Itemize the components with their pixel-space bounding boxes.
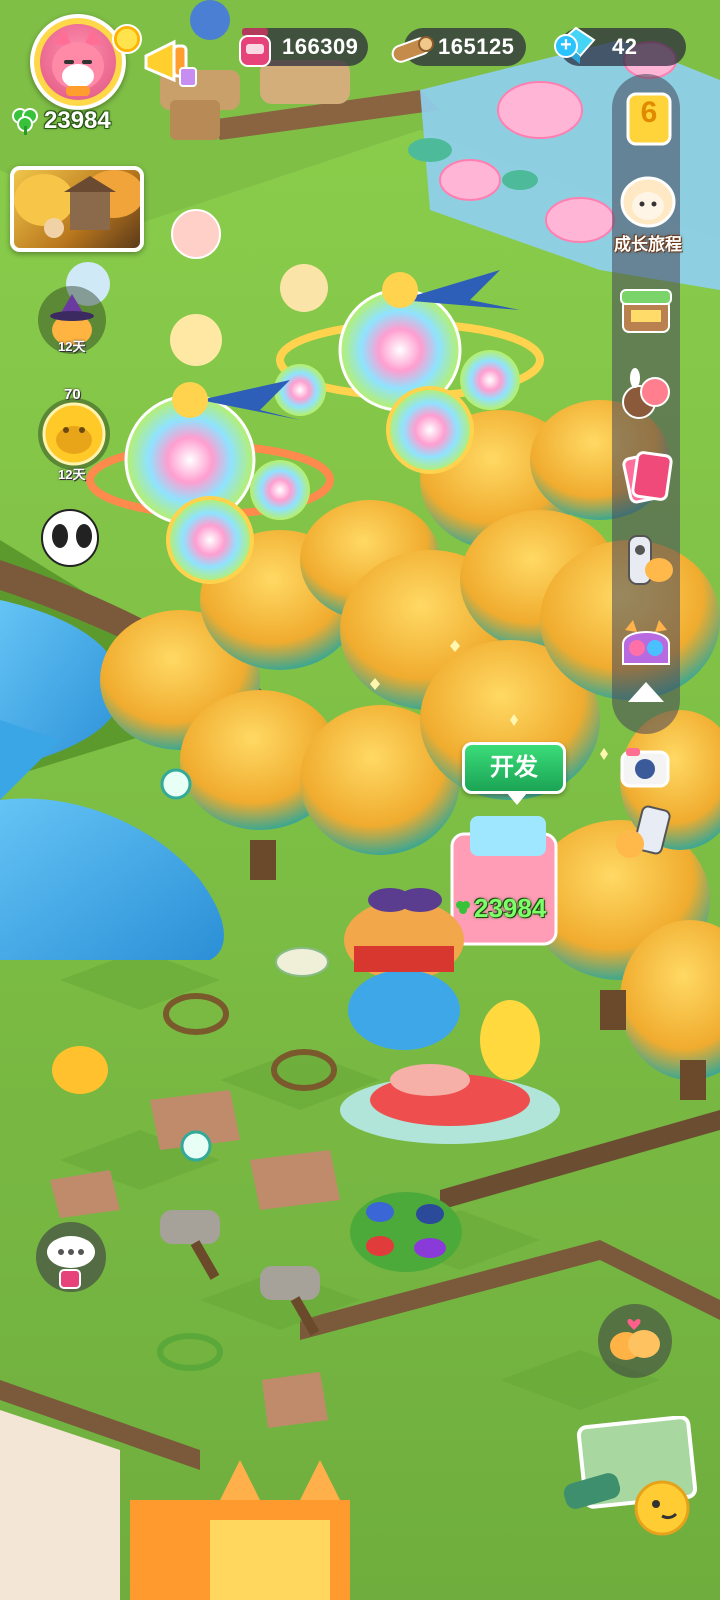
autumn-scene-icon — [14, 170, 140, 238]
add-gems-button[interactable]: + — [554, 34, 578, 58]
wood-resource[interactable]: 165125 — [391, 28, 526, 66]
chicks-icon — [610, 1319, 660, 1360]
shop-stall-icon — [620, 289, 672, 333]
gift-pack-button[interactable] — [615, 614, 677, 676]
camera-icon — [620, 748, 670, 788]
growth-journey-button[interactable]: 成长旅程 — [600, 166, 696, 262]
clover-counter: 23984 — [10, 104, 111, 138]
cards-button[interactable] — [615, 446, 677, 508]
clover-count: 23984 — [44, 107, 111, 134]
jam-jar-icon — [239, 28, 271, 67]
map-button[interactable] — [558, 1415, 708, 1542]
jam-resource[interactable]: 166309 — [239, 28, 368, 67]
event-thumbnail[interactable] — [10, 166, 144, 252]
gift-pack-icon — [622, 620, 670, 665]
wood-log-icon — [391, 36, 434, 63]
collapse-menu-button[interactable] — [620, 668, 672, 720]
gem-resource[interactable]: + 42 — [554, 26, 686, 66]
clover-icon — [456, 901, 470, 914]
phone-button[interactable] — [610, 800, 676, 866]
timed-event-witch[interactable]: 12天 — [38, 286, 106, 354]
floating-score-value: 23984 — [474, 892, 547, 923]
chat-cloud-icon — [47, 1236, 95, 1289]
clover-icon — [12, 108, 38, 135]
megaphone-icon[interactable] — [140, 34, 202, 92]
timed-event-golden-cat[interactable]: 70 12天 — [38, 386, 110, 482]
animal-friends-icon — [622, 368, 670, 419]
player-avatar[interactable] — [30, 14, 142, 110]
level-badge[interactable]: 6 — [618, 88, 680, 150]
cards-icon — [622, 451, 673, 504]
phone-icon — [616, 805, 671, 858]
timer-label: 12天 — [58, 467, 86, 482]
map-telescope-icon — [563, 1415, 698, 1536]
shop-stall-button[interactable] — [615, 280, 677, 342]
develop-button[interactable]: 开发 — [462, 742, 566, 805]
timer-value: 70 — [64, 386, 81, 403]
chicks-button[interactable] — [598, 1304, 672, 1378]
growth-journey-label: 成长旅程 — [614, 235, 682, 254]
level-number: 6 — [640, 96, 658, 129]
golden-cat-icon — [42, 402, 106, 466]
sun-badge-icon — [112, 24, 142, 54]
chat-button[interactable] — [36, 1222, 106, 1292]
floating-score: 23984 — [454, 890, 546, 926]
animal-friends-button[interactable] — [615, 366, 677, 428]
timer-label: 12天 — [58, 339, 86, 354]
camera-button[interactable] — [612, 736, 678, 802]
remote-button[interactable] — [615, 530, 677, 592]
triangle-up-icon — [628, 682, 664, 702]
fox-avatar-icon — [40, 24, 116, 100]
remote-icon — [628, 535, 673, 585]
